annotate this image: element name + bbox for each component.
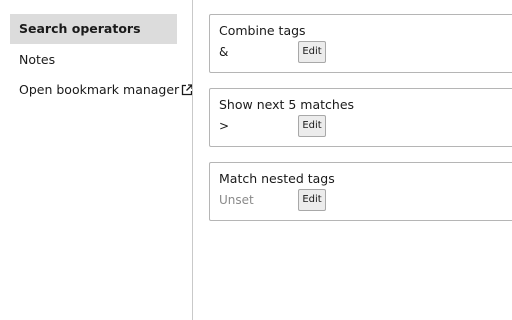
- operator-value: Unset: [219, 193, 254, 207]
- sidebar-item-label: Open bookmark manager: [19, 82, 180, 97]
- edit-button[interactable]: Edit: [298, 189, 326, 211]
- operator-title: Show next 5 matches: [219, 97, 355, 112]
- sidebar-item-label: Search operators: [19, 21, 141, 36]
- operator-card-combine-tags: Combine tags & Edit: [209, 14, 512, 73]
- operator-value: &: [219, 45, 229, 59]
- sidebar-item-open-bookmark-manager[interactable]: Open bookmark manager: [10, 75, 193, 105]
- sidebar-divider: [192, 0, 193, 320]
- sidebar-item-label: Notes: [19, 52, 56, 67]
- operator-title: Combine tags: [219, 23, 306, 38]
- sidebar-item-notes[interactable]: Notes: [10, 45, 177, 75]
- operator-card-match-nested-tags: Match nested tags Unset Edit: [209, 162, 512, 221]
- edit-button[interactable]: Edit: [298, 115, 326, 137]
- sidebar: Search operators Notes Open bookmark man…: [0, 0, 193, 320]
- sidebar-item-search-operators[interactable]: Search operators: [10, 14, 177, 44]
- operator-title: Match nested tags: [219, 171, 335, 186]
- operator-value: >: [219, 119, 230, 133]
- edit-button[interactable]: Edit: [298, 41, 326, 63]
- operator-card-show-next-matches: Show next 5 matches > Edit: [209, 88, 512, 147]
